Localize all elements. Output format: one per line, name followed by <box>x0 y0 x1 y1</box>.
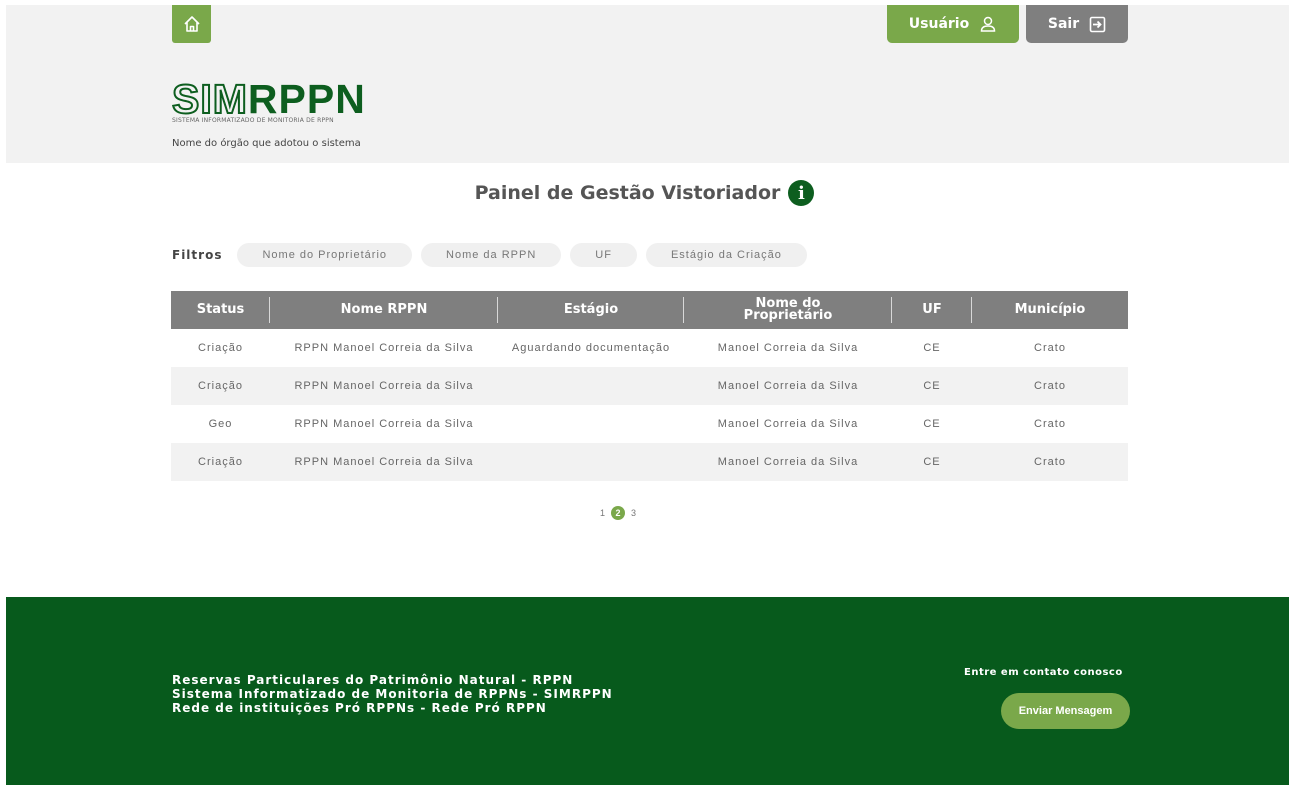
table-row[interactable]: Geo RPPN Manoel Correia da Silva Manoel … <box>171 405 1128 443</box>
cell-stage: Aguardando documentação <box>511 342 671 354</box>
cell-municipality: Crato <box>1034 456 1066 468</box>
cell-owner-name: Manoel Correia da Silva <box>717 418 859 430</box>
logo-rppn: RPPN <box>247 76 366 122</box>
footer: Reservas Particulares do Patrimônio Natu… <box>6 597 1289 785</box>
cell-rppn-name: RPPN Manoel Correia da Silva <box>294 380 474 392</box>
footer-line-rede: Rede de instituições Pró RPPNs - Rede Pr… <box>172 701 547 715</box>
table-header: Status Nome RPPN Estágio Nome do Proprie… <box>171 291 1128 329</box>
column-header-owner-name-label: Nome do Proprietário <box>743 296 833 323</box>
user-icon <box>980 16 996 32</box>
cell-uf: CE <box>923 342 941 354</box>
cell-uf: CE <box>923 456 941 468</box>
cell-owner-name: Manoel Correia da Silva <box>717 342 859 354</box>
home-icon <box>183 16 200 32</box>
cell-municipality: Crato <box>1034 418 1066 430</box>
user-button-label: Usuário <box>908 16 970 32</box>
filter-uf[interactable]: UF <box>570 243 637 267</box>
table-row[interactable]: Criação RPPN Manoel Correia da Silva Man… <box>171 367 1128 405</box>
column-header-municipality[interactable]: Município <box>972 291 1128 329</box>
footer-line-rppn: Reservas Particulares do Patrimônio Natu… <box>172 673 574 687</box>
contact-label: Entre em contato conosco <box>964 667 1123 678</box>
column-header-owner-name[interactable]: Nome do Proprietário <box>684 291 892 329</box>
info-icon[interactable]: i <box>788 180 815 206</box>
cell-owner-name: Manoel Correia da Silva <box>717 380 859 392</box>
cell-rppn-name: RPPN Manoel Correia da Silva <box>294 456 474 468</box>
exit-icon <box>1089 16 1106 32</box>
user-button[interactable]: Usuário <box>887 5 1019 43</box>
page-link-2-current[interactable]: 2 <box>611 506 626 520</box>
cell-rppn-name: RPPN Manoel Correia da Silva <box>294 342 474 354</box>
table-row[interactable]: Criação RPPN Manoel Correia da Silva Agu… <box>171 329 1128 367</box>
filters-label: Filtros <box>172 248 223 262</box>
cell-status: Geo <box>208 418 233 430</box>
filters-bar: Filtros Nome do Proprietário Nome da RPP… <box>172 243 807 267</box>
column-header-stage[interactable]: Estágio <box>498 291 684 329</box>
footer-line-simrppn: Sistema Informatizado de Monitoria de RP… <box>172 687 613 701</box>
rppn-table: Status Nome RPPN Estágio Nome do Proprie… <box>171 291 1128 481</box>
page-link-3[interactable]: 3 <box>631 508 636 518</box>
page-title: Painel de Gestão Vistoriador <box>474 182 781 204</box>
cell-status: Criação <box>198 342 243 354</box>
column-header-uf[interactable]: UF <box>892 291 972 329</box>
cell-municipality: Crato <box>1034 380 1066 392</box>
pagination: 1 2 3 <box>600 506 636 520</box>
filter-rppn-name[interactable]: Nome da RPPN <box>421 243 562 267</box>
send-message-button[interactable]: Enviar Mensagem <box>1001 693 1130 729</box>
cell-status: Criação <box>198 380 243 392</box>
cell-uf: CE <box>923 380 941 392</box>
logo-sim: SIM <box>171 76 248 122</box>
cell-municipality: Crato <box>1034 342 1066 354</box>
column-header-status[interactable]: Status <box>171 291 270 329</box>
cell-status: Criação <box>198 456 243 468</box>
cell-owner-name: Manoel Correia da Silva <box>717 456 859 468</box>
org-name: Nome do órgão que adotou o sistema <box>172 138 361 149</box>
page-link-1[interactable]: 1 <box>600 508 605 518</box>
cell-uf: CE <box>923 418 941 430</box>
logo: SIMRPPN SISTEMA INFORMATIZADO DE MONITOR… <box>171 78 366 125</box>
table-row[interactable]: Criação RPPN Manoel Correia da Silva Man… <box>171 443 1128 481</box>
footer-text: Reservas Particulares do Patrimônio Natu… <box>172 673 613 715</box>
column-header-rppn-name[interactable]: Nome RPPN <box>270 291 498 329</box>
exit-button-label: Sair <box>1047 16 1080 32</box>
filter-owner-name[interactable]: Nome do Proprietário <box>237 243 413 267</box>
filter-creation-stage[interactable]: Estágio da Criação <box>645 243 807 267</box>
cell-rppn-name: RPPN Manoel Correia da Silva <box>294 418 474 430</box>
panel-title-area: Painel de Gestão Vistoriador i <box>0 180 1289 206</box>
home-button[interactable] <box>172 5 211 43</box>
exit-button[interactable]: Sair <box>1026 5 1128 43</box>
